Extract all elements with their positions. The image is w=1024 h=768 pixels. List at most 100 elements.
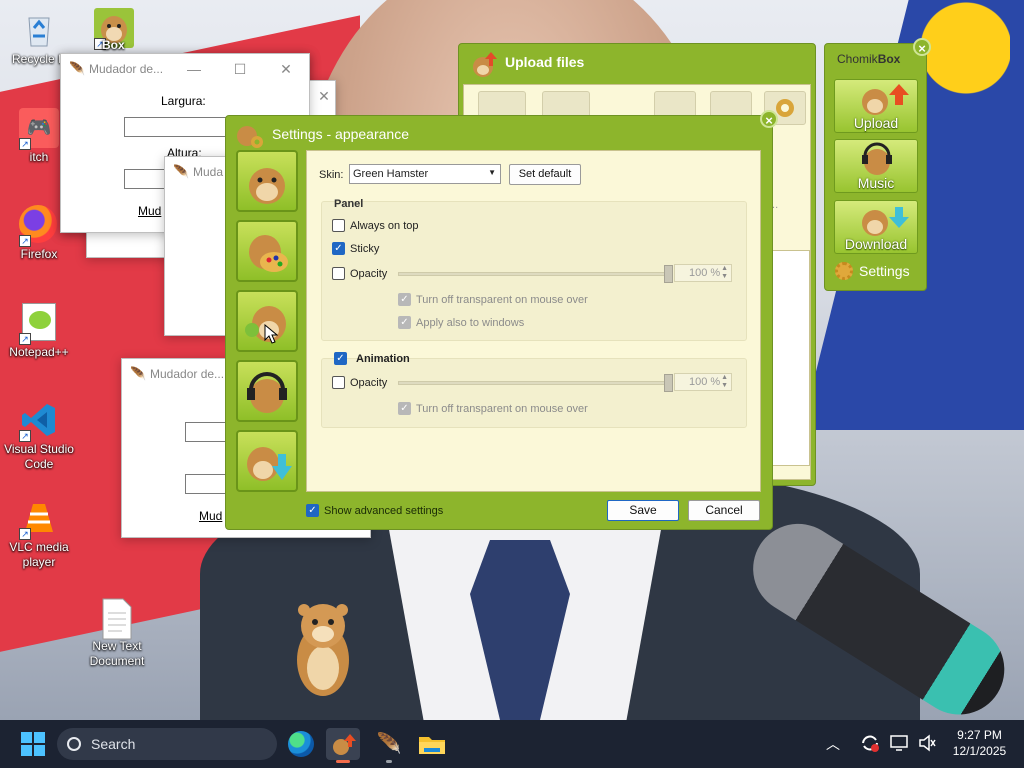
- feather-icon[interactable]: 🪶: [372, 728, 406, 763]
- animation-opacity-slider[interactable]: [398, 374, 673, 392]
- panel-group: Panel Always on top ✓ Sticky Opacity 100 …: [321, 198, 747, 341]
- apply-also-windows-checkbox[interactable]: ✓ Apply also to windows: [398, 316, 524, 329]
- download-button[interactable]: Download: [834, 200, 918, 254]
- maximize-button[interactable]: ☐: [217, 61, 263, 78]
- edge-icon[interactable]: [284, 728, 318, 760]
- close-icon[interactable]: ×: [913, 38, 931, 56]
- category-appearance-button[interactable]: [236, 220, 298, 282]
- notepadpp-icon: ↗: [19, 303, 59, 345]
- volume-muted-icon[interactable]: [917, 733, 937, 756]
- desktop-icon-label: Firefox: [20, 247, 58, 261]
- desktop-icon-notepadpp[interactable]: ↗ Notepad++: [2, 303, 76, 360]
- animation-opacity-spinbox[interactable]: 100 % ▲ ▼: [674, 373, 732, 391]
- vscode-icon: ↗: [19, 400, 59, 442]
- upload-hamster-icon: [469, 50, 499, 81]
- search-icon: [67, 737, 81, 751]
- largura-label: Largura:: [161, 94, 206, 108]
- feather-icon: 🪶: [69, 61, 86, 76]
- search-box[interactable]: Search: [57, 728, 277, 760]
- window-title: Mudador de...: [150, 367, 225, 381]
- search-placeholder: Search: [91, 736, 136, 752]
- skin-select[interactable]: Green Hamster ▼: [349, 164, 501, 184]
- feather-icon: 🪶: [173, 164, 190, 179]
- browse-button[interactable]: ...: [769, 199, 805, 219]
- desktop-icon-label: Notepad++: [9, 345, 69, 359]
- network-icon[interactable]: [889, 733, 911, 756]
- animation-turn-off-transparent-checkbox[interactable]: ✓ Turn off transparent on mouse over: [398, 402, 588, 415]
- firefox-icon: ↗: [19, 205, 59, 247]
- always-on-top-checkbox[interactable]: Always on top: [332, 219, 418, 232]
- desktop-icon-new-text-document[interactable]: New Text Document: [80, 597, 154, 669]
- upload-file-list[interactable]: [770, 250, 810, 466]
- checkbox-checked-icon: ✓: [332, 242, 345, 255]
- panel-group-title: Panel: [334, 198, 364, 210]
- panel-opacity-slider[interactable]: [398, 265, 673, 283]
- skin-label: Skin:: [319, 169, 344, 181]
- feather-icon: 🪶: [130, 366, 147, 381]
- checkbox-checked-icon: ✓: [398, 293, 411, 306]
- checkbox-icon: [332, 267, 345, 280]
- clock-date: 12/1/2025: [952, 744, 1007, 758]
- opacity-checkbox[interactable]: Opacity: [332, 267, 387, 280]
- text-document-icon: [97, 597, 137, 640]
- clock[interactable]: 9:27 PM 12/1/2025: [942, 727, 1017, 759]
- desktop-icon-label: Box: [102, 38, 125, 52]
- cancel-button[interactable]: Cancel: [688, 500, 760, 521]
- close-button[interactable]: ✕: [263, 61, 309, 78]
- close-button[interactable]: ✕: [313, 88, 335, 105]
- mouse-cursor-icon: [264, 323, 279, 347]
- taskbar: Search 🪶 ︿ 9:27 PM 12/1/2025: [0, 720, 1024, 768]
- window-title: Muda: [193, 165, 224, 179]
- panel-turn-off-transparent-checkbox[interactable]: ✓ Turn off transparent on mouse over: [398, 293, 588, 306]
- chomikbox-title: ChomikBox: [837, 52, 901, 66]
- settings-hamster-icon: [234, 120, 264, 153]
- desktop-icon-vlc[interactable]: ↗ VLC media player: [2, 498, 76, 570]
- checkbox-checked-icon: ✓: [306, 504, 319, 517]
- upload-button[interactable]: Upload: [834, 79, 918, 133]
- dialog-title: Settings - appearance: [272, 126, 409, 142]
- desktop-icon-label: New Text Document: [89, 639, 145, 668]
- mudar-link[interactable]: Mud: [138, 204, 161, 218]
- chevron-up-icon[interactable]: ︿: [826, 734, 840, 754]
- desktop-icon-label: Visual Studio Code: [4, 442, 74, 471]
- category-music-button[interactable]: [236, 360, 298, 422]
- music-button[interactable]: Music: [834, 139, 918, 193]
- itch-icon: 🎮 ↗: [19, 108, 59, 150]
- save-button[interactable]: Save: [607, 500, 679, 521]
- chomikbox-taskbar-icon[interactable]: [326, 728, 360, 763]
- checkbox-checked-icon: ✓: [398, 316, 411, 329]
- clock-time: 9:27 PM: [957, 728, 1002, 742]
- vlc-icon: ↗: [19, 498, 59, 540]
- settings-content: Skin: Green Hamster ▼ Set default Panel …: [306, 150, 761, 492]
- title-bar[interactable]: 🪶 Mudador de... — ☐ ✕: [61, 54, 309, 84]
- close-icon[interactable]: ×: [760, 110, 778, 128]
- category-download-button[interactable]: [236, 430, 298, 492]
- chomikbox-panel[interactable]: ChomikBox Upload Music Download Settings…: [824, 38, 931, 291]
- settings-link[interactable]: Settings: [835, 262, 910, 280]
- sticky-checkbox[interactable]: ✓ Sticky: [332, 242, 379, 255]
- gear-icon: [835, 262, 853, 280]
- animation-group: ✓ Animation Opacity 100 % ▲ ▼ ✓ Turn off tra…: [321, 352, 747, 428]
- hamster-mascot-image[interactable]: [290, 598, 356, 703]
- desktop-icon-vscode[interactable]: ↗ Visual Studio Code: [2, 400, 76, 472]
- sync-icon[interactable]: [859, 732, 881, 757]
- checkbox-checked-icon: ✓: [398, 402, 411, 415]
- upload-window-title: Upload files: [505, 54, 585, 70]
- category-general-button[interactable]: [236, 150, 298, 212]
- file-explorer-icon[interactable]: [415, 728, 449, 760]
- start-button[interactable]: [16, 728, 50, 760]
- show-advanced-checkbox[interactable]: ✓ Show advanced settings: [306, 504, 443, 517]
- panel-opacity-spinbox[interactable]: 100 % ▲ ▼: [674, 264, 732, 282]
- checkbox-checked-icon: ✓: [334, 352, 347, 365]
- recycle-bin-icon: [19, 10, 59, 50]
- animation-checkbox[interactable]: ✓ Animation: [334, 352, 410, 365]
- mudar-link[interactable]: Mud: [199, 509, 222, 523]
- minimize-button[interactable]: —: [171, 61, 217, 78]
- set-default-button[interactable]: Set default: [509, 164, 581, 185]
- window-title: Mudador de...: [89, 62, 164, 76]
- chevron-down-icon: ▼: [488, 168, 496, 177]
- animation-opacity-checkbox[interactable]: Opacity: [332, 376, 387, 389]
- desktop-icon-chomikbox[interactable]: ↗ Box: [82, 8, 146, 52]
- settings-appearance-dialog[interactable]: Settings - appearance × Skin: Green Hams…: [225, 110, 778, 530]
- checkbox-icon: [332, 376, 345, 389]
